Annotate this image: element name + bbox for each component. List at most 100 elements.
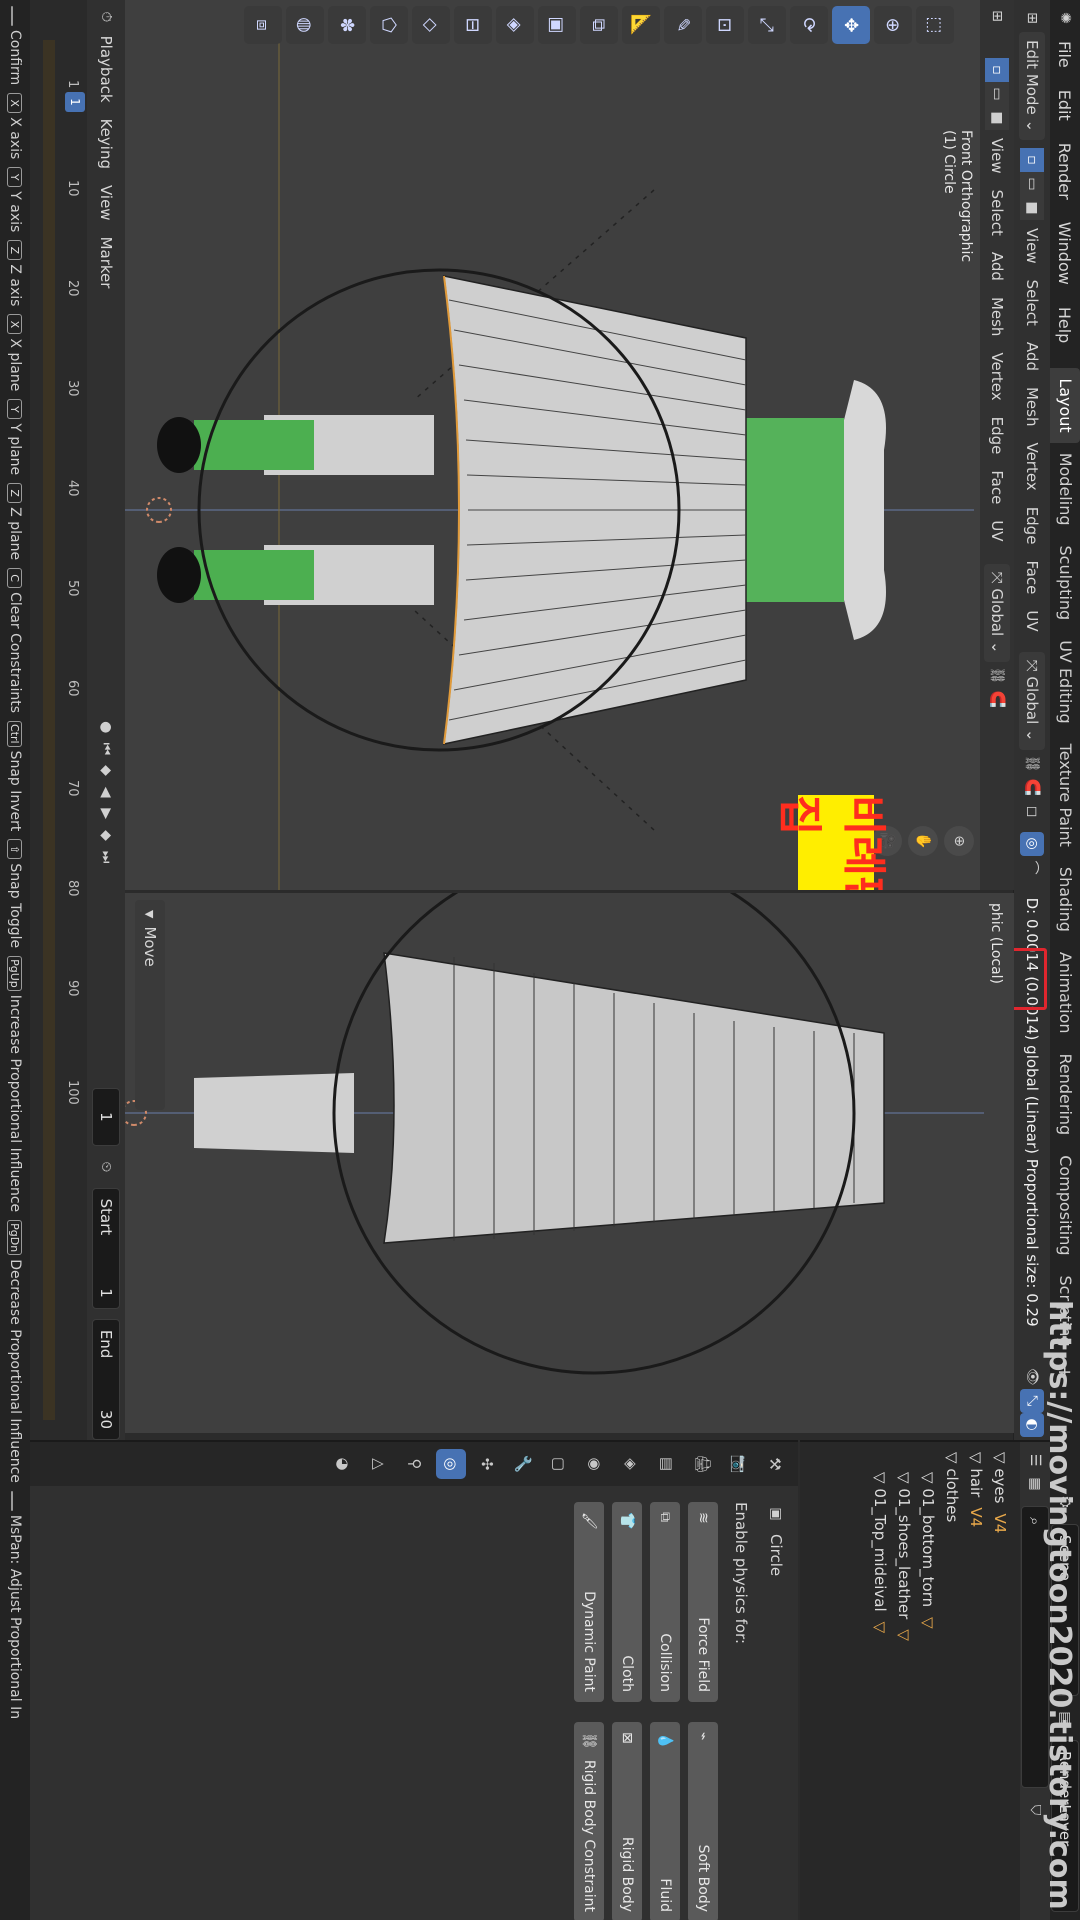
end-frame-field[interactable]: End 30 bbox=[92, 1318, 120, 1440]
clock-icon[interactable]: ⏲ bbox=[94, 1156, 118, 1178]
cursor-icon[interactable]: ⊕ bbox=[874, 6, 912, 44]
poly-build-icon[interactable]: ⬠ bbox=[370, 6, 408, 44]
visibility-icon[interactable]: 👁 bbox=[1020, 1365, 1044, 1389]
blender-logo-icon[interactable]: ✺ bbox=[1053, 6, 1077, 30]
scene-tab-icon[interactable]: ◈ bbox=[616, 1449, 646, 1479]
menu-render[interactable]: Render bbox=[1056, 132, 1075, 211]
menu-select[interactable]: Select bbox=[1023, 272, 1041, 334]
tab-uv-editing[interactable]: UV Editing bbox=[1050, 630, 1080, 733]
tab-compositing[interactable]: Compositing bbox=[1050, 1145, 1080, 1265]
menu-marker[interactable]: Marker bbox=[97, 229, 115, 297]
menu-help[interactable]: Help bbox=[1056, 296, 1075, 354]
outliner-row[interactable]: ▽ eyes V4 bbox=[988, 1442, 1012, 1920]
modifier-tab-icon[interactable]: 🔧 bbox=[508, 1449, 538, 1479]
menu-mesh[interactable]: Mesh bbox=[1023, 379, 1041, 435]
edge-select-icon[interactable]: ▭ bbox=[1020, 172, 1044, 197]
constraints-tab-icon[interactable]: ⚲ bbox=[400, 1449, 430, 1479]
menu-playback[interactable]: Playback bbox=[97, 28, 115, 111]
physics-tab-icon[interactable]: ◎ bbox=[436, 1449, 466, 1479]
fluid-button[interactable]: 💧 Fluid bbox=[650, 1722, 680, 1920]
move-icon[interactable]: ✥ bbox=[832, 6, 870, 44]
tab-texture-paint[interactable]: Texture Paint bbox=[1050, 734, 1080, 857]
vertex-select-icon[interactable]: ▫ bbox=[1020, 148, 1044, 173]
menu-uv[interactable]: UV bbox=[1023, 602, 1041, 639]
snap-icon[interactable]: 🧲 bbox=[1020, 776, 1044, 800]
object-tab-icon[interactable]: ▢ bbox=[544, 1449, 574, 1479]
menu-edge[interactable]: Edge bbox=[1023, 499, 1041, 553]
face-select-icon[interactable]: ■ bbox=[1020, 196, 1044, 221]
outliner-row[interactable]: ▽ 01_Top_mideival ▽ bbox=[868, 1442, 892, 1920]
tab-animation[interactable]: Animation bbox=[1050, 942, 1080, 1044]
gizmo-icon[interactable]: ⤡ bbox=[1020, 1388, 1044, 1413]
proportional-edit-icon[interactable]: ◎ bbox=[1020, 831, 1044, 856]
spin-icon[interactable]: ✽ bbox=[328, 6, 366, 44]
next-keyframe-icon[interactable]: ◆ bbox=[94, 825, 118, 847]
measure-icon[interactable]: 📐 bbox=[622, 6, 660, 44]
annotate-icon[interactable]: ✎ bbox=[664, 6, 702, 44]
outliner-row[interactable]: ▽ hair V4 bbox=[964, 1442, 988, 1920]
mode-select[interactable]: Edit Mode ⌄ bbox=[1019, 32, 1045, 141]
menu-timeline-view[interactable]: View bbox=[97, 177, 115, 229]
start-frame-field[interactable]: Start 1 bbox=[92, 1187, 120, 1309]
overlay-icon[interactable]: ◐ bbox=[1020, 1412, 1044, 1437]
tool-tab-icon[interactable]: ⚒ bbox=[760, 1449, 790, 1479]
outliner-row[interactable]: ▽ 01_bottom_torn ▽ bbox=[916, 1442, 940, 1920]
tab-modeling[interactable]: Modeling bbox=[1050, 443, 1080, 536]
cloth-button[interactable]: 👕 Cloth bbox=[612, 1502, 642, 1702]
render-tab-icon[interactable]: 📷 bbox=[724, 1449, 754, 1479]
menu-face[interactable]: Face bbox=[1023, 552, 1041, 602]
outliner-row[interactable]: ▽ 01_shoes_leather ▽ bbox=[892, 1442, 916, 1920]
editor-type-icon[interactable]: ⏱ bbox=[94, 6, 118, 28]
collision-button[interactable]: ⧉ Collision bbox=[650, 1502, 680, 1702]
menu-file[interactable]: File bbox=[1056, 30, 1075, 79]
tab-sculpting[interactable]: Sculpting bbox=[1050, 535, 1080, 630]
move-panel-toggle-icon[interactable]: ▼ bbox=[144, 910, 157, 918]
bevel-icon[interactable]: ◈ bbox=[496, 6, 534, 44]
move-panel[interactable]: ▼ Move bbox=[135, 900, 165, 1110]
orientation-select[interactable]: ⤧ Global ⌄ bbox=[1019, 651, 1045, 750]
menu-add[interactable]: Add bbox=[1023, 334, 1041, 379]
snap-target-icon[interactable]: ◻ bbox=[1020, 800, 1044, 824]
timeline-track[interactable] bbox=[43, 40, 55, 1420]
pivot-icon[interactable]: ⛓ bbox=[1020, 752, 1044, 776]
menu-keying[interactable]: Keying bbox=[97, 111, 115, 177]
menu-edit[interactable]: Edit bbox=[1056, 79, 1075, 132]
zoom-icon[interactable]: ⊕ bbox=[944, 826, 974, 856]
right-viewport[interactable]: phic (Local) bbox=[124, 893, 1014, 1433]
menu-window[interactable]: Window bbox=[1056, 211, 1075, 296]
menu-vertex[interactable]: Vertex bbox=[1023, 434, 1041, 498]
particles-tab-icon[interactable]: ✣ bbox=[472, 1449, 502, 1479]
scale-icon[interactable]: ⤢ bbox=[748, 6, 786, 44]
force-field-button[interactable]: ≋ Force Field bbox=[688, 1502, 718, 1702]
outliner-row[interactable]: ▽ clothes bbox=[940, 1442, 964, 1920]
rigid-body-constraint-button[interactable]: ⛓ Rigid Body Constraint bbox=[574, 1722, 604, 1920]
falloff-icon[interactable]: ⌒ bbox=[1020, 856, 1044, 880]
knife-icon[interactable]: ◇ bbox=[412, 6, 450, 44]
tab-layout[interactable]: Layout bbox=[1050, 368, 1080, 443]
dynamic-paint-button[interactable]: 🖌 Dynamic Paint bbox=[574, 1502, 604, 1702]
smooth-icon[interactable]: ◍ bbox=[286, 6, 324, 44]
soft-body-button[interactable]: ⌁ Soft Body bbox=[688, 1722, 718, 1920]
pan-icon[interactable]: ✋ bbox=[908, 826, 938, 856]
select-box-icon[interactable]: ⬚ bbox=[916, 6, 954, 44]
material-tab-icon[interactable]: ◕ bbox=[328, 1449, 358, 1479]
loop-cut-icon[interactable]: ⊟ bbox=[454, 6, 492, 44]
jump-end-icon[interactable]: ⏭ bbox=[94, 846, 118, 868]
menu-view[interactable]: View bbox=[1023, 220, 1041, 272]
view-layer-tab-icon[interactable]: ▤ bbox=[652, 1449, 682, 1479]
rigid-body-button[interactable]: ⊠ Rigid Body bbox=[612, 1722, 642, 1920]
rotate-icon[interactable]: ⟳ bbox=[790, 6, 828, 44]
tab-shading[interactable]: Shading bbox=[1050, 857, 1080, 942]
play-reverse-icon[interactable]: ◀ bbox=[94, 781, 118, 803]
left-viewport[interactable]: ⊞ ▫ ▭ ■ View Select Add Mesh Vertex Edge… bbox=[124, 0, 1014, 890]
world-tab-icon[interactable]: ◉ bbox=[580, 1449, 610, 1479]
tab-rendering[interactable]: Rendering bbox=[1050, 1044, 1080, 1146]
playhead[interactable]: 1 bbox=[65, 92, 85, 112]
jump-start-icon[interactable]: ⏮ bbox=[94, 738, 118, 760]
play-icon[interactable]: ▶ bbox=[94, 803, 118, 825]
transform-icon[interactable]: ⊡ bbox=[706, 6, 744, 44]
shear-icon[interactable]: ⧈ bbox=[244, 6, 282, 44]
record-icon[interactable]: ● bbox=[94, 716, 118, 738]
inset-icon[interactable]: ▣ bbox=[538, 6, 576, 44]
timeline-ruler[interactable]: 1 10 20 30 40 50 60 70 80 90 100 bbox=[58, 40, 80, 1420]
